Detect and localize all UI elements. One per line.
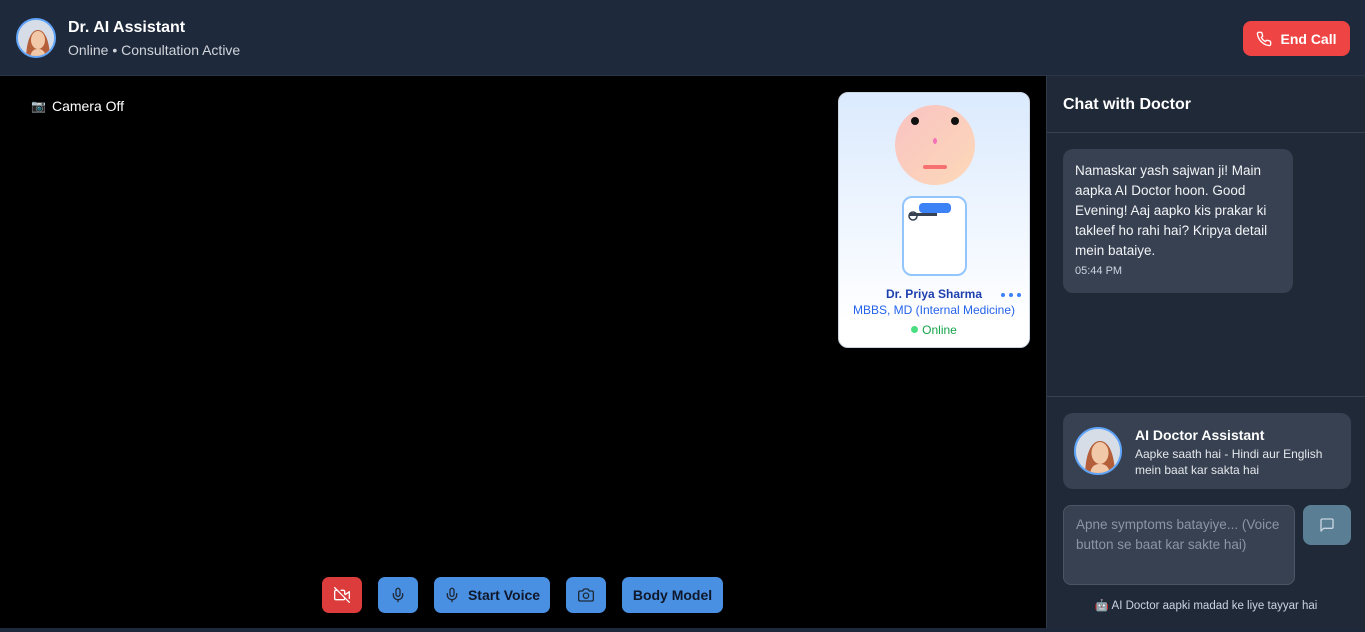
video-area: 📷 Camera Off Dr. Priya Sharma MBBS, MD (… — [0, 76, 1046, 632]
camera-status: 📷 Camera Off — [31, 98, 124, 114]
doctor-degree: MBBS, MD (Internal Medicine) — [852, 303, 1016, 317]
microphone-button[interactable] — [378, 577, 418, 613]
assistant-title: AI Doctor Assistant — [1135, 427, 1265, 443]
typing-indicator — [1001, 293, 1021, 297]
assistant-info-card: AI Doctor Assistant Aapke saath hai - Hi… — [1063, 413, 1351, 489]
camera-status-label: Camera Off — [51, 98, 125, 114]
send-message-button[interactable] — [1303, 505, 1351, 545]
doctor-illustration — [895, 105, 975, 276]
bottom-strip — [0, 628, 1365, 632]
call-controls: Start Voice Body Model — [0, 577, 1046, 613]
assistant-avatar — [1074, 427, 1122, 475]
page-title: Dr. AI Assistant — [68, 19, 186, 36]
end-call-label: End Call — [1280, 30, 1337, 47]
snapshot-button[interactable] — [566, 577, 606, 613]
start-voice-button[interactable]: Start Voice — [434, 577, 550, 613]
video-off-icon — [334, 587, 350, 603]
chat-message: Namaskar yash sajwan ji! Main aapka AI D… — [1063, 149, 1293, 293]
assistant-ready-text: AI Doctor aapki madad ke liye tayyar hai — [1111, 600, 1318, 612]
header-bar: Dr. AI Assistant Online • Consultation A… — [0, 0, 1365, 76]
start-voice-label: Start Voice — [467, 587, 541, 603]
chat-divider — [1047, 396, 1365, 397]
camera-icon: 📷 — [31, 99, 46, 113]
doctor-online-label: Online — [922, 323, 957, 337]
body-model-button[interactable]: Body Model — [622, 577, 723, 613]
doctor-avatar — [16, 18, 56, 58]
chat-title: Chat with Doctor — [1063, 96, 1191, 113]
robot-icon: 🤖 — [1094, 600, 1109, 612]
message-icon — [1320, 518, 1334, 532]
microphone-icon — [392, 587, 404, 603]
chat-divider — [1047, 132, 1365, 133]
camera-icon — [578, 588, 594, 602]
doctor-video-card: Dr. Priya Sharma MBBS, MD (Internal Medi… — [838, 92, 1030, 348]
assistant-ready-note: 🤖 AI Doctor aapki madad ke liye tayyar h… — [1047, 598, 1365, 612]
phone-icon — [1257, 31, 1272, 46]
assistant-subtitle: Aapke saath hai - Hindi aur English mein… — [1135, 447, 1323, 477]
end-call-button[interactable]: End Call — [1243, 21, 1350, 56]
doctor-online-status: Online — [839, 323, 1029, 337]
symptoms-input[interactable] — [1063, 505, 1295, 585]
message-time: 05:44 PM — [1075, 265, 1123, 277]
consultation-status: Online • Consultation Active — [68, 42, 241, 58]
message-text: Namaskar yash sajwan ji! Main aapka AI D… — [1075, 163, 1268, 258]
camera-toggle-button[interactable] — [322, 577, 362, 613]
online-dot-icon — [911, 326, 919, 333]
body-model-label: Body Model — [632, 587, 713, 603]
microphone-icon — [446, 587, 458, 603]
chat-panel: Chat with Doctor Namaskar yash sajwan ji… — [1046, 76, 1365, 632]
